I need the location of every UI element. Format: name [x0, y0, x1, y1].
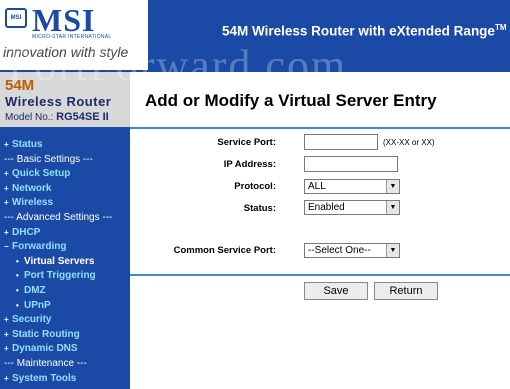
sidebar-item-port-triggering[interactable]: • Port Triggering — [0, 269, 130, 284]
chevron-down-icon[interactable]: ▼ — [386, 180, 399, 193]
sidebar-item-label: Wireless — [12, 197, 54, 209]
msi-logo: MSI MSI MICRO-STAR INTERNATIONAL innovat… — [0, 0, 148, 72]
bullet-icon: • — [16, 256, 19, 266]
sidebar-item-network[interactable]: + Network — [0, 182, 130, 197]
divider-bottom — [130, 274, 510, 276]
service-port-hint: (XX-XX or XX) — [383, 138, 435, 147]
sidebar-item-label: Security — [12, 314, 52, 326]
page-title: Add or Modify a Virtual Server Entry — [145, 91, 437, 110]
model-info: 54M Wireless Router Model No.: RG54SE II — [0, 72, 130, 127]
product-title: 54M Wireless Router with eXtended RangeT… — [222, 23, 507, 39]
status-select[interactable]: Enabled ▼ — [304, 200, 400, 215]
protocol-label: Protocol: — [234, 181, 276, 192]
bullet-icon: • — [16, 271, 19, 281]
sidebar-item-label: DHCP — [12, 226, 41, 238]
bullet-icon: • — [16, 285, 19, 295]
sidebar-item-dynamic-dns[interactable]: + Dynamic DNS — [0, 342, 130, 357]
trademark-mark: TM — [494, 23, 507, 32]
sidebar-item-dmz[interactable]: • DMZ — [0, 284, 130, 299]
sidebar-item-quick-setup[interactable]: + Quick Setup — [0, 167, 130, 182]
plus-icon: + — [4, 169, 9, 179]
plus-icon: + — [4, 315, 9, 325]
sidebar-item-label: DMZ — [24, 284, 46, 296]
sidebar-item-label: Status — [12, 139, 43, 150]
sidebar-item-status[interactable]: + Status — [0, 138, 130, 153]
sidebar-item-label: UPnP — [24, 299, 51, 311]
expanded-minus-icon: − — [4, 242, 9, 252]
bullet-icon: • — [16, 300, 19, 310]
chevron-down-icon[interactable]: ▼ — [386, 201, 399, 214]
sidebar-item-label: Quick Setup — [12, 168, 71, 180]
status-label: Status: — [243, 203, 276, 214]
sidebar-item-virtual-servers[interactable]: • Virtual Servers — [0, 255, 130, 270]
service-port-input[interactable] — [304, 134, 378, 150]
chevron-down-icon[interactable]: ▼ — [386, 244, 399, 257]
sidebar-item-label: Port Triggering — [24, 270, 96, 282]
sidebar: 54M Wireless Router Model No.: RG54SE II… — [0, 72, 130, 389]
sidebar-item-wireless[interactable]: + Wireless — [0, 196, 130, 211]
sidebar-item-label: Network — [12, 182, 52, 194]
model-size: 54M — [5, 77, 35, 94]
msi-emblem-icon: MSI — [5, 8, 27, 28]
sidebar-item-label: Virtual Servers — [24, 255, 95, 267]
sidebar-item-dhcp[interactable]: + DHCP — [0, 226, 130, 241]
sidebar-section-basic-settings: --- Basic Settings --- — [4, 153, 93, 165]
sidebar-menu: + Status --- Basic Settings --- + Quick Setu… — [0, 138, 130, 386]
sidebar-item-upnp[interactable]: • UPnP — [0, 299, 130, 314]
sidebar-item-static-routing[interactable]: + Static Routing — [0, 328, 130, 343]
common-service-port-select[interactable]: --Select One-- ▼ — [304, 243, 400, 258]
sidebar-section-maintenance: --- Maintenance --- — [4, 357, 87, 369]
plus-icon: + — [4, 344, 9, 354]
model-name: Wireless Router — [5, 94, 112, 109]
plus-icon: + — [4, 373, 9, 383]
ip-address-label: IP Address: — [223, 159, 276, 170]
sidebar-item-system-tools[interactable]: + System Tools — [0, 372, 130, 387]
common-service-port-label: Common Service Port: — [173, 245, 276, 256]
sidebar-section-advanced-settings: --- Advanced Settings --- — [4, 211, 113, 223]
sidebar-item-label: Forwarding — [12, 241, 67, 253]
plus-icon: + — [4, 183, 9, 193]
logo-subtitle: MICRO-STAR INTERNATIONAL — [32, 34, 112, 40]
header-banner: MSI MSI MICRO-STAR INTERNATIONAL innovat… — [0, 0, 510, 72]
divider-top — [130, 127, 510, 129]
service-port-label: Service Port: — [217, 137, 276, 148]
sidebar-item-security[interactable]: + Security — [0, 313, 130, 328]
main-content: Add or Modify a Virtual Server Entry Ser… — [130, 72, 510, 389]
ip-address-input[interactable] — [304, 156, 398, 172]
model-number: Model No.: RG54SE II — [5, 111, 109, 123]
plus-icon: + — [4, 140, 9, 149]
sidebar-item-label: System Tools — [12, 372, 77, 384]
return-button[interactable]: Return — [374, 282, 438, 300]
protocol-select[interactable]: ALL ▼ — [304, 179, 400, 194]
sidebar-item-label: Static Routing — [12, 328, 80, 340]
logo-tagline: innovation with style — [3, 44, 129, 60]
plus-icon: + — [4, 198, 9, 208]
sidebar-item-label: Dynamic DNS — [12, 343, 78, 355]
sidebar-item-forwarding[interactable]: − Forwarding — [0, 240, 130, 255]
save-button[interactable]: Save — [304, 282, 368, 300]
plus-icon: + — [4, 329, 9, 339]
plus-icon: + — [4, 227, 9, 237]
